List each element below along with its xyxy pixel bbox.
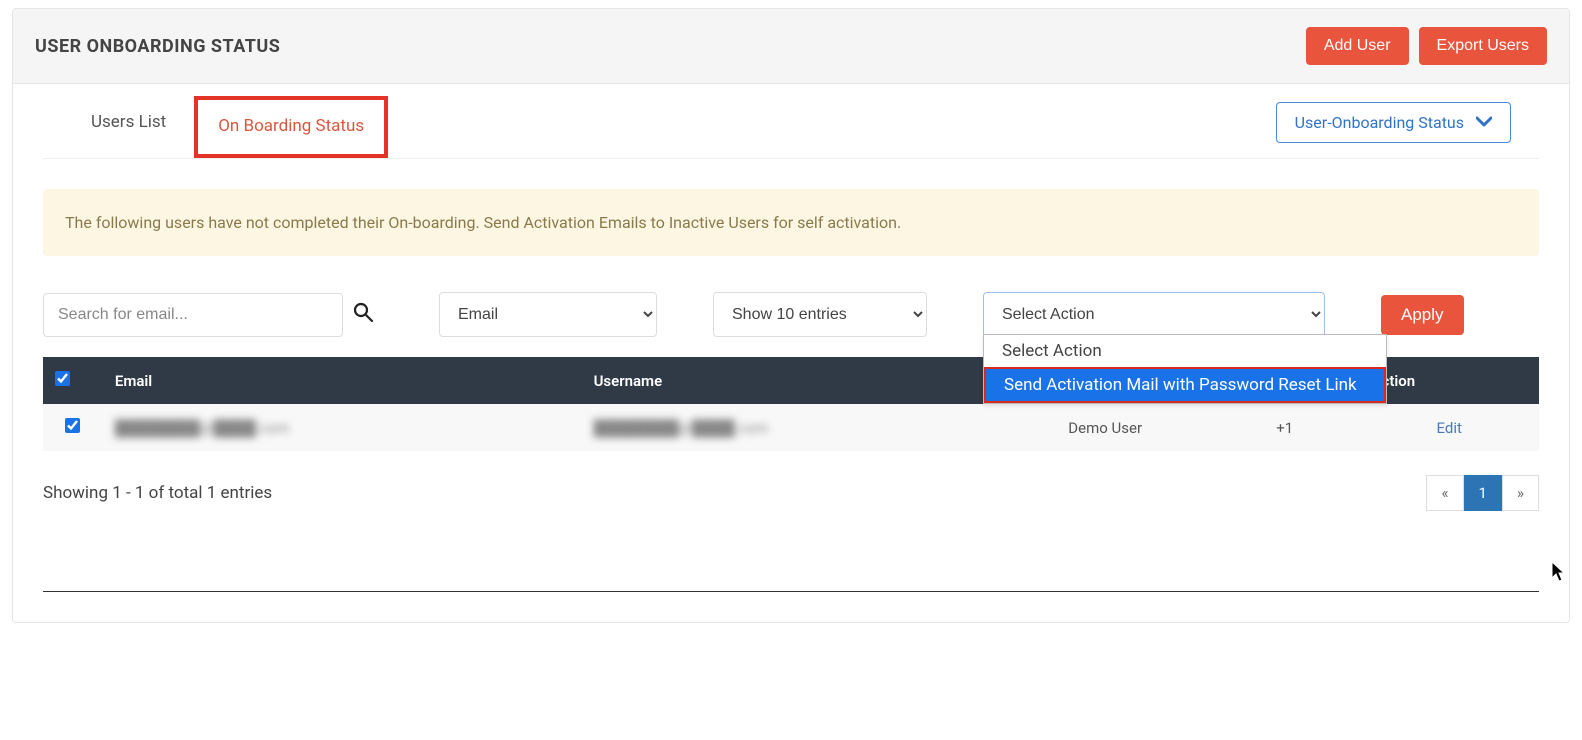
- controls-row: Email Show 10 entries Select Action Sele…: [43, 292, 1539, 337]
- page-1[interactable]: 1: [1464, 475, 1502, 511]
- table-row: ████████@████.com ████████@████.com Demo…: [43, 404, 1539, 451]
- action-select[interactable]: Select Action: [983, 292, 1325, 337]
- header-username: Username: [582, 357, 1001, 404]
- row-action: Edit: [1359, 404, 1539, 451]
- tab-users-list[interactable]: Users List: [71, 96, 186, 158]
- header-checkbox-cell: [43, 357, 103, 404]
- add-user-button[interactable]: Add User: [1306, 27, 1409, 65]
- row-email: ████████@████.com: [103, 404, 582, 451]
- page-prev[interactable]: «: [1426, 475, 1463, 511]
- user-onboarding-panel: USER ONBOARDING STATUS Add User Export U…: [12, 8, 1570, 623]
- chevron-down-icon: [1476, 113, 1492, 132]
- row-phone: +1: [1210, 404, 1360, 451]
- search-input[interactable]: [43, 293, 343, 337]
- edit-link[interactable]: Edit: [1437, 419, 1462, 437]
- row-fullname: Demo User: [1000, 404, 1209, 451]
- tabs-row: Users List On Boarding Status User-Onboa…: [43, 96, 1539, 159]
- action-select-wrap: Select Action Select Action Send Activat…: [983, 292, 1325, 337]
- panel-header: USER ONBOARDING STATUS Add User Export U…: [13, 9, 1569, 84]
- page-title: USER ONBOARDING STATUS: [35, 36, 280, 57]
- divider: [43, 591, 1539, 592]
- row-username: ████████@████.com: [582, 404, 1001, 451]
- page-next[interactable]: »: [1502, 475, 1539, 511]
- tab-onboarding-status[interactable]: On Boarding Status: [194, 96, 388, 158]
- search-icon[interactable]: [353, 302, 373, 327]
- info-banner: The following users have not completed t…: [43, 189, 1539, 256]
- action-dropdown-menu: Select Action Send Activation Mail with …: [983, 334, 1387, 404]
- entries-select[interactable]: Show 10 entries: [713, 292, 927, 337]
- footer-row: Showing 1 - 1 of total 1 entries « 1 »: [43, 475, 1539, 511]
- action-option-send-activation[interactable]: Send Activation Mail with Password Reset…: [984, 367, 1386, 403]
- header-buttons: Add User Export Users: [1306, 27, 1547, 65]
- status-dropdown[interactable]: User-Onboarding Status: [1276, 102, 1511, 143]
- export-users-button[interactable]: Export Users: [1419, 27, 1547, 65]
- select-all-checkbox[interactable]: [55, 371, 70, 386]
- header-email: Email: [103, 357, 582, 404]
- search-wrap: [43, 293, 373, 337]
- status-dropdown-label: User-Onboarding Status: [1295, 113, 1464, 132]
- showing-text: Showing 1 - 1 of total 1 entries: [43, 483, 272, 503]
- content-area: The following users have not completed t…: [13, 159, 1569, 531]
- panel-body: Users List On Boarding Status User-Onboa…: [13, 96, 1569, 592]
- tabs: Users List On Boarding Status: [71, 96, 388, 158]
- row-checkbox[interactable]: [65, 418, 80, 433]
- pagination: « 1 »: [1426, 475, 1539, 511]
- filter-select[interactable]: Email: [439, 292, 657, 337]
- action-option-select[interactable]: Select Action: [984, 335, 1386, 367]
- row-checkbox-cell: [43, 404, 103, 451]
- apply-button[interactable]: Apply: [1381, 295, 1464, 335]
